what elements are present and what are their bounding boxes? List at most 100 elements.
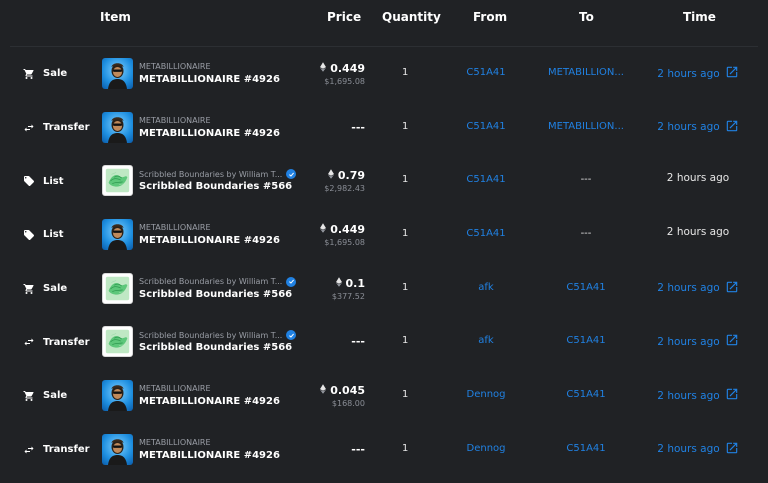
ethereum-icon: [335, 276, 342, 290]
collection-name-link[interactable]: METABILLIONAIRE: [139, 62, 211, 71]
item-thumbnail[interactable]: [102, 219, 133, 251]
item-thumbnail[interactable]: [102, 326, 133, 358]
from-address-link[interactable]: C51A41: [446, 67, 526, 78]
price-empty: ---: [351, 120, 365, 134]
price-cell: 0.045 $168.00: [320, 384, 365, 408]
external-link-icon[interactable]: [725, 441, 739, 458]
item-name-link[interactable]: METABILLIONAIRE #4926: [139, 235, 280, 246]
to-address-link[interactable]: C51A41: [546, 282, 626, 293]
item-name-link[interactable]: METABILLIONAIRE #4926: [139, 450, 280, 461]
external-link-icon[interactable]: [725, 333, 739, 350]
price-eth: 0.045: [330, 384, 365, 398]
collection-name-link[interactable]: Scribbled Boundaries by William T...: [139, 276, 297, 287]
from-address-link[interactable]: C51A41: [446, 228, 526, 239]
price-eth: 0.449: [330, 223, 365, 237]
item-name-link[interactable]: METABILLIONAIRE #4926: [139, 74, 280, 85]
price-empty: ---: [351, 335, 365, 349]
external-link-icon[interactable]: [725, 280, 739, 297]
cart-icon: [22, 282, 35, 295]
price-eth: 0.449: [330, 62, 365, 75]
from-address-link[interactable]: Dennog: [446, 443, 526, 454]
from-address-link[interactable]: C51A41: [446, 174, 526, 185]
item-name-link[interactable]: METABILLIONAIRE #4926: [139, 396, 280, 407]
quantity: 1: [402, 120, 409, 132]
quantity: 1: [402, 389, 409, 401]
event-type: Transfer: [22, 101, 90, 155]
collection-name-link[interactable]: METABILLIONAIRE: [139, 116, 211, 125]
item-name-link[interactable]: Scribbled Boundaries #566: [139, 342, 292, 353]
ethereum-icon: [320, 384, 327, 397]
from-address-link[interactable]: Dennog: [446, 389, 526, 400]
time-label: 2 hours ago: [657, 67, 720, 80]
quantity: 1: [402, 174, 409, 186]
ethereum-icon: [335, 276, 342, 287]
to-address-link[interactable]: C51A41: [546, 335, 626, 346]
external-link-icon[interactable]: [725, 65, 739, 82]
time-link[interactable]: 2 hours ago: [648, 333, 748, 350]
time-label: 2 hours ago: [657, 282, 720, 295]
item-thumbnail[interactable]: [102, 380, 133, 412]
collection-name: METABILLIONAIRE: [139, 384, 211, 394]
cart-icon: [22, 67, 35, 80]
to-address-link[interactable]: METABILLION...: [546, 67, 626, 78]
table-row[interactable]: Transfer Scribbled Boundaries by William…: [0, 315, 768, 369]
table-row[interactable]: Transfer METABILLIONAIRE METABILLIONAIRE…: [0, 101, 768, 155]
to-address-empty: ---: [580, 174, 592, 186]
time-link[interactable]: 2 hours ago: [648, 65, 748, 82]
table-row[interactable]: List METABILLIONAIRE METABILLIONAIRE #49…: [0, 208, 768, 262]
time-link[interactable]: 2 hours ago: [648, 387, 748, 404]
item-thumbnail[interactable]: [102, 58, 133, 89]
collection-name: METABILLIONAIRE: [139, 437, 211, 447]
table-row[interactable]: Sale METABILLIONAIRE METABILLIONAIRE #49…: [0, 47, 768, 101]
external-link-icon[interactable]: [725, 119, 739, 136]
collection-name-link[interactable]: Scribbled Boundaries by William T...: [139, 169, 297, 180]
to-address-link[interactable]: METABILLION...: [546, 121, 626, 132]
item-thumbnail[interactable]: [102, 433, 133, 465]
table-row[interactable]: Sale METABILLIONAIRE METABILLIONAIRE #49…: [0, 369, 768, 423]
item-name-link[interactable]: Scribbled Boundaries #566: [139, 289, 292, 300]
event-label: Transfer: [43, 336, 90, 348]
cart-icon: [22, 389, 35, 402]
ethereum-icon: [320, 223, 327, 233]
from-address-link[interactable]: afk: [446, 335, 526, 346]
price-usd: $1,695.08: [324, 77, 365, 86]
event-type: Transfer: [22, 315, 90, 369]
ethereum-icon: [320, 384, 327, 394]
item-name-link[interactable]: METABILLIONAIRE #4926: [139, 128, 280, 139]
item-thumbnail[interactable]: [102, 111, 133, 143]
header-quantity: Quantity: [382, 10, 441, 24]
tag-icon: [22, 175, 35, 188]
to-address-link[interactable]: C51A41: [546, 443, 626, 454]
to-address-link[interactable]: C51A41: [546, 389, 626, 400]
transfer-icon: [22, 443, 35, 456]
external-link-icon[interactable]: [725, 387, 739, 404]
event-label: Transfer: [43, 444, 90, 456]
collection-name-link[interactable]: METABILLIONAIRE: [139, 223, 211, 232]
time-link[interactable]: 2 hours ago: [648, 119, 748, 136]
table-header: Item Price Quantity From To Time: [0, 0, 768, 36]
from-address-link[interactable]: C51A41: [446, 121, 526, 132]
price-cell: 0.79 $2,982.43: [324, 169, 365, 193]
event-label: Sale: [43, 283, 68, 295]
from-address-link[interactable]: afk: [446, 282, 526, 293]
table-row[interactable]: Sale Scribbled Boundaries by William T..…: [0, 262, 768, 316]
header-time: Time: [683, 10, 716, 24]
price-usd: $1,695.08: [324, 238, 365, 248]
ethereum-icon: [327, 169, 334, 182]
time-link[interactable]: 2 hours ago: [648, 280, 748, 297]
item-name-link[interactable]: Scribbled Boundaries #566: [139, 181, 292, 192]
time-link[interactable]: 2 hours ago: [648, 441, 748, 458]
item-thumbnail[interactable]: [102, 165, 133, 197]
collection-name: Scribbled Boundaries by William T...: [139, 330, 283, 340]
price-usd: $377.52: [331, 291, 365, 301]
collection-name-link[interactable]: METABILLIONAIRE: [139, 438, 211, 447]
event-label: Sale: [43, 390, 68, 402]
collection-name-link[interactable]: METABILLIONAIRE: [139, 384, 211, 393]
table-row[interactable]: List Scribbled Boundaries by William T..…: [0, 154, 768, 208]
collection-name: METABILLIONAIRE: [139, 223, 211, 233]
collection-name-link[interactable]: Scribbled Boundaries by William T...: [139, 330, 297, 341]
event-label: List: [43, 229, 64, 241]
item-thumbnail[interactable]: [102, 272, 133, 304]
price-usd: $168.00: [331, 399, 365, 409]
table-row[interactable]: Transfer METABILLIONAIRE METABILLIONAIRE…: [0, 423, 768, 477]
